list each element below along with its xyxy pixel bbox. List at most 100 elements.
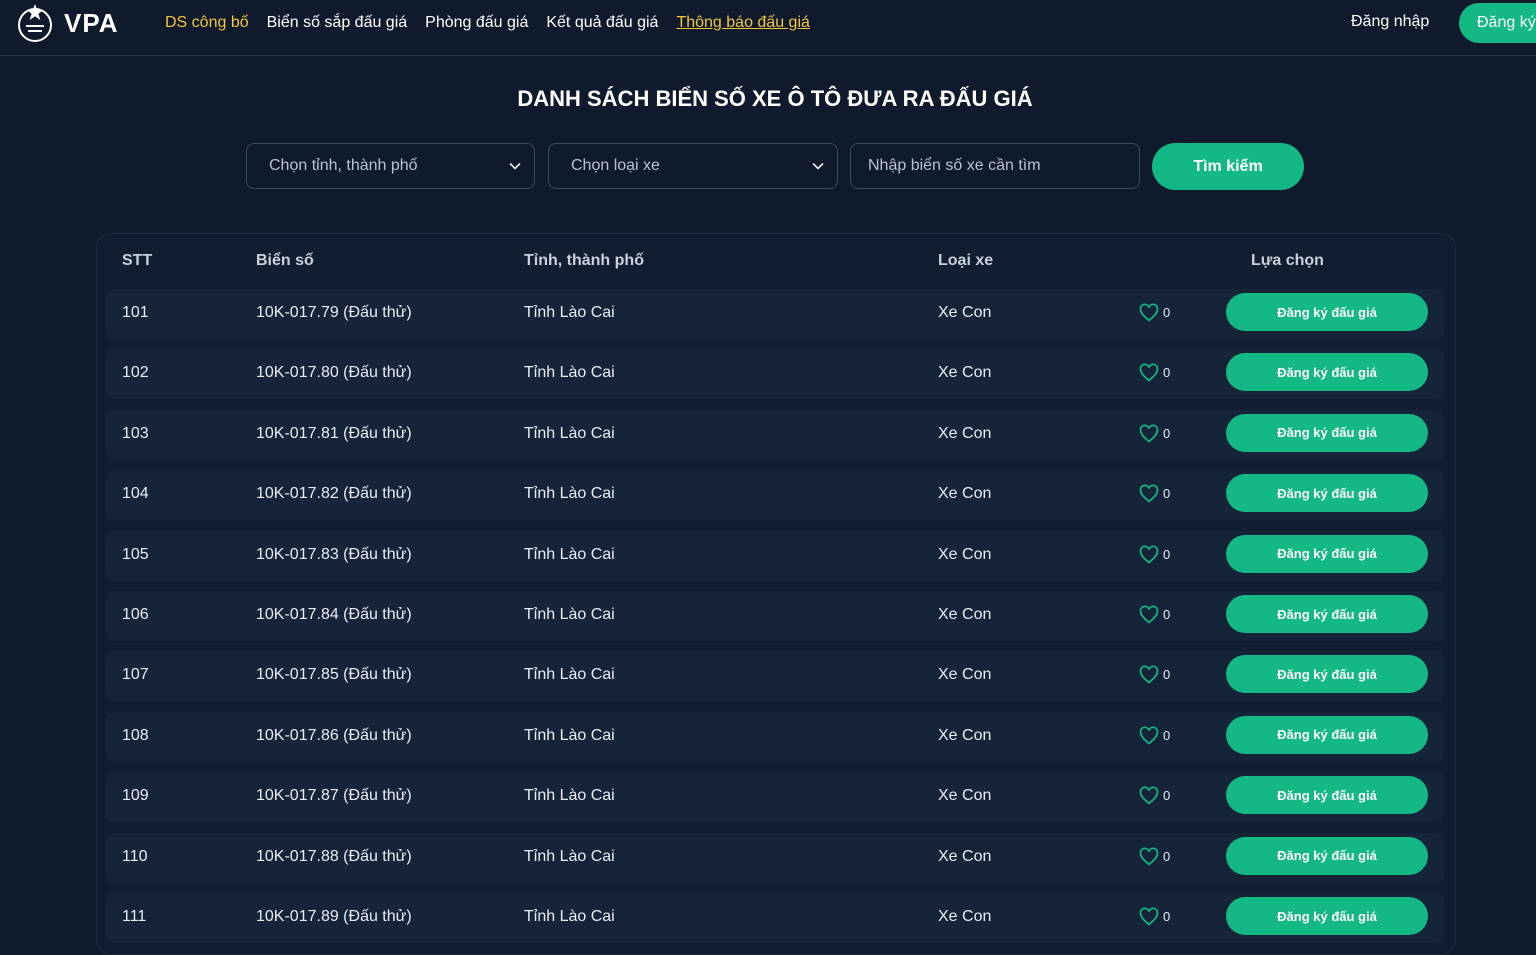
row-province: Tỉnh Lào Cai bbox=[524, 424, 615, 442]
register-auction-button[interactable]: Đăng ký đấu giá bbox=[1226, 897, 1428, 935]
register-auction-button[interactable]: Đăng ký đấu giá bbox=[1226, 715, 1428, 754]
nav-ket-qua-dau-gia[interactable]: Kết quả đấu giá bbox=[546, 14, 658, 32]
register-auction-button[interactable]: Đăng ký đấu giá bbox=[1226, 353, 1428, 392]
row-plate: 10K-017.81 (Đấu thử) bbox=[256, 424, 412, 442]
heart-icon[interactable] bbox=[1139, 726, 1159, 746]
login-link[interactable]: Đăng nhập bbox=[1351, 13, 1429, 31]
register-auction-button[interactable]: Đăng ký đấu giá bbox=[1226, 534, 1428, 573]
like-count: 0 bbox=[1163, 667, 1171, 683]
province-select-label: Chọn tỉnh, thành phố bbox=[269, 157, 418, 174]
like-count: 0 bbox=[1163, 727, 1171, 743]
table-row: 103 10K-017.81 (Đấu thử) Tỉnh Lào Cai Xe Co… bbox=[106, 409, 1444, 460]
heart-icon[interactable] bbox=[1139, 424, 1159, 444]
row-plate: 10K-017.79 (Đấu thử) bbox=[256, 304, 412, 321]
table-row: 107 10K-017.85 (Đấu thử) Tỉnh Lào Cai Xe Co… bbox=[106, 651, 1444, 702]
row-vehicle-type: Xe Con bbox=[938, 666, 992, 684]
register-auction-button[interactable]: Đăng ký đấu giá bbox=[1226, 595, 1428, 633]
nav-thong-bao-dau-gia[interactable]: Thông báo đấu giá bbox=[676, 14, 809, 32]
column-header-plate: Biển số bbox=[256, 252, 314, 269]
plate-search-input[interactable] bbox=[851, 156, 1139, 176]
row-plate: 10K-017.85 (Đấu thử) bbox=[256, 666, 412, 684]
table-row: 105 10K-017.83 (Đấu thử) Tỉnh Lào Cai Xe Co… bbox=[106, 530, 1444, 581]
heart-icon[interactable] bbox=[1139, 847, 1159, 867]
row-province: Tỉnh Lào Cai bbox=[524, 908, 615, 925]
vehicle-type-select-label: Chọn loại xe bbox=[571, 157, 660, 174]
row-stt: 105 bbox=[122, 545, 149, 563]
row-vehicle-type: Xe Con bbox=[938, 545, 992, 563]
row-vehicle-type: Xe Con bbox=[938, 424, 992, 442]
table-row: 110 10K-017.88 (Đấu thử) Tỉnh Lào Cai Xe Co… bbox=[106, 832, 1444, 883]
column-header-province: Tỉnh, thành phố bbox=[524, 252, 644, 269]
row-plate: 10K-017.88 (Đấu thử) bbox=[256, 847, 412, 865]
table-row: 108 10K-017.86 (Đấu thử) Tỉnh Lào Cai Xe Co… bbox=[106, 711, 1444, 762]
like-count: 0 bbox=[1163, 486, 1171, 502]
register-auction-button[interactable]: Đăng ký đấu giá bbox=[1226, 293, 1428, 331]
table-row: 102 10K-017.80 (Đấu thử) Tỉnh Lào Cai Xe Co… bbox=[106, 349, 1444, 400]
heart-icon[interactable] bbox=[1139, 545, 1159, 565]
like-count: 0 bbox=[1163, 848, 1171, 864]
row-province: Tỉnh Lào Cai bbox=[524, 606, 615, 623]
logo[interactable]: VPA bbox=[14, 3, 119, 43]
table-row: 111 10K-017.89 (Đấu thử) Tỉnh Lào Cai Xe Co… bbox=[106, 893, 1444, 943]
table-row: 106 10K-017.84 (Đấu thử) Tỉnh Lào Cai Xe Co… bbox=[106, 591, 1444, 641]
row-stt: 107 bbox=[122, 666, 149, 684]
row-stt: 102 bbox=[122, 364, 149, 382]
register-auction-button[interactable]: Đăng ký đấu giá bbox=[1226, 836, 1428, 875]
row-province: Tỉnh Lào Cai bbox=[524, 364, 615, 382]
like-count: 0 bbox=[1163, 365, 1171, 381]
nav-phong-dau-gia[interactable]: Phòng đấu giá bbox=[425, 14, 528, 32]
like-count: 0 bbox=[1163, 546, 1171, 562]
register-auction-button[interactable]: Đăng ký đấu giá bbox=[1226, 474, 1428, 513]
star-emblem-icon bbox=[18, 4, 52, 42]
row-vehicle-type: Xe Con bbox=[938, 908, 992, 925]
row-stt: 101 bbox=[122, 304, 149, 321]
heart-icon[interactable] bbox=[1139, 303, 1159, 323]
search-button[interactable]: Tìm kiếm bbox=[1152, 143, 1304, 190]
row-province: Tỉnh Lào Cai bbox=[524, 847, 615, 865]
row-plate: 10K-017.80 (Đấu thử) bbox=[256, 364, 412, 382]
row-province: Tỉnh Lào Cai bbox=[524, 545, 615, 563]
row-vehicle-type: Xe Con bbox=[938, 847, 992, 865]
like-count: 0 bbox=[1163, 305, 1171, 320]
row-stt: 111 bbox=[122, 908, 147, 925]
top-header: VPA DS công bố Biển số sắp đấu giá Phòng… bbox=[0, 0, 1536, 56]
vehicle-type-select[interactable]: Chọn loại xe bbox=[548, 143, 838, 189]
page-title: DANH SÁCH BIỂN SỐ XE Ô TÔ ĐƯA RA ĐẤU GIÁ bbox=[517, 86, 1033, 111]
row-stt: 104 bbox=[122, 485, 149, 503]
row-plate: 10K-017.87 (Đấu thử) bbox=[256, 787, 412, 805]
row-plate: 10K-017.84 (Đấu thử) bbox=[256, 606, 412, 623]
register-auction-button[interactable]: Đăng ký đấu giá bbox=[1226, 413, 1428, 452]
table-row: 101 10K-017.79 (Đấu thử) Tỉnh Lào Cai Xe Co… bbox=[106, 289, 1444, 339]
heart-icon[interactable] bbox=[1139, 907, 1159, 927]
table-row: 109 10K-017.87 (Đấu thử) Tỉnh Lào Cai Xe Co… bbox=[106, 772, 1444, 823]
register-button[interactable]: Đăng ký bbox=[1459, 3, 1536, 43]
heart-icon[interactable] bbox=[1139, 484, 1159, 504]
plate-search-field bbox=[850, 143, 1140, 189]
row-vehicle-type: Xe Con bbox=[938, 787, 992, 805]
column-header-type: Loại xe bbox=[938, 252, 994, 269]
row-vehicle-type: Xe Con bbox=[938, 485, 992, 503]
row-vehicle-type: Xe Con bbox=[938, 364, 992, 382]
heart-icon[interactable] bbox=[1139, 665, 1159, 685]
row-province: Tỉnh Lào Cai bbox=[524, 726, 615, 744]
row-province: Tỉnh Lào Cai bbox=[524, 666, 615, 684]
row-vehicle-type: Xe Con bbox=[938, 304, 992, 321]
register-auction-button[interactable]: Đăng ký đấu giá bbox=[1226, 776, 1428, 815]
heart-icon[interactable] bbox=[1139, 363, 1159, 383]
logo-text: VPA bbox=[64, 7, 119, 38]
row-stt: 110 bbox=[122, 847, 148, 865]
heart-icon[interactable] bbox=[1139, 786, 1159, 806]
row-plate: 10K-017.86 (Đấu thử) bbox=[256, 726, 412, 744]
province-select[interactable]: Chọn tỉnh, thành phố bbox=[246, 143, 535, 189]
nav-ds-cong-bo[interactable]: DS công bố bbox=[165, 14, 249, 32]
row-stt: 109 bbox=[122, 787, 149, 805]
row-stt: 106 bbox=[122, 606, 149, 623]
heart-icon[interactable] bbox=[1139, 605, 1159, 625]
like-count: 0 bbox=[1163, 425, 1171, 441]
row-province: Tỉnh Lào Cai bbox=[524, 485, 615, 503]
row-stt: 108 bbox=[122, 726, 149, 744]
like-count: 0 bbox=[1163, 607, 1171, 622]
register-auction-button[interactable]: Đăng ký đấu giá bbox=[1226, 655, 1428, 694]
like-count: 0 bbox=[1163, 788, 1171, 804]
nav-bien-so-sap-dau-gia[interactable]: Biển số sắp đấu giá bbox=[267, 14, 408, 32]
